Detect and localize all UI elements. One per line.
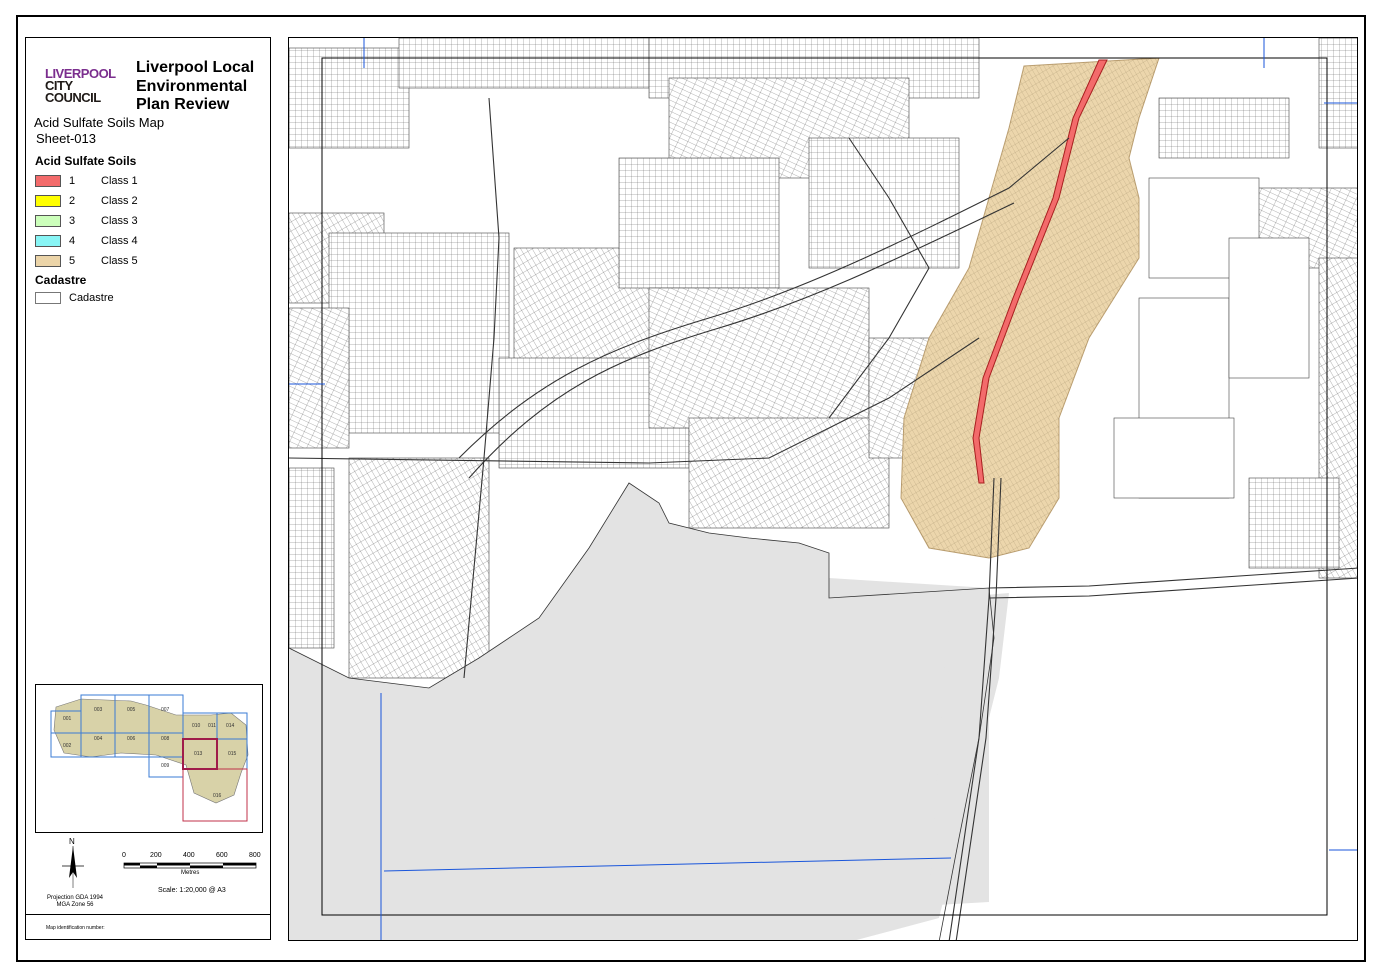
scale-tick: 200 <box>150 852 162 859</box>
cadastre-heading: Cadastre <box>35 273 87 287</box>
keymap-label: 003 <box>94 707 103 713</box>
class-1-swatch <box>35 175 61 187</box>
map-canvas[interactable] <box>289 38 1358 941</box>
keymap-label: 010 <box>192 723 201 729</box>
sheet-number: Sheet-013 <box>36 131 96 146</box>
keymap-label: 002 <box>63 743 72 749</box>
keymap-label: 011 <box>208 723 216 729</box>
scale-unit: Metres <box>181 870 200 876</box>
keymap-label: 007 <box>161 707 170 713</box>
class-3-swatch <box>35 215 61 227</box>
map-id-label: Map identification number: <box>46 925 105 931</box>
scale-tick: 600 <box>216 852 228 859</box>
keymap-label: 008 <box>161 736 170 742</box>
keymap-label: 005 <box>127 707 136 713</box>
keymap-label: 006 <box>127 736 136 742</box>
keymap-label: 009 <box>161 763 170 769</box>
class-4-swatch <box>35 235 61 247</box>
north-label: N <box>69 837 75 846</box>
scale-tick: 400 <box>183 852 195 859</box>
scale-tick: 0 <box>122 852 126 859</box>
cadastre-swatch <box>35 292 61 304</box>
legend-class-5: 5 Class 5 <box>35 254 138 268</box>
class-5-swatch <box>35 255 61 267</box>
scale-tick: 800 <box>249 852 261 859</box>
key-map: 001 002 003 004 005 006 007 008 009 010 … <box>35 684 263 833</box>
map-subtitle: Acid Sulfate Soils Map <box>34 115 165 130</box>
scale-text: Scale: 1:20,000 @ A3 <box>158 887 226 894</box>
class-2-swatch <box>35 195 61 207</box>
keymap-label: 014 <box>226 723 235 729</box>
legend-class-1: 1 Class 1 <box>35 174 138 188</box>
lga-boundary <box>53 698 249 804</box>
keymap-label: 001 <box>63 716 72 722</box>
legend-class-2: 2 Class 2 <box>35 194 138 208</box>
keymap-label: 013 <box>194 751 203 757</box>
key-map-svg: 001 002 003 004 005 006 007 008 009 010 … <box>50 694 249 822</box>
main-map[interactable] <box>288 37 1358 941</box>
council-logo: LIVERPOOL CITY COUNCIL <box>45 66 116 105</box>
footer-divider <box>26 914 270 915</box>
legend-heading: Acid Sulfate Soils <box>35 154 137 168</box>
scale-bar <box>123 862 257 869</box>
keymap-label: 015 <box>228 751 237 757</box>
legend-class-4: 4 Class 4 <box>35 234 138 248</box>
map-title: Liverpool Local Environmental Plan Revie… <box>136 59 255 113</box>
legend-panel: LIVERPOOL CITY COUNCIL Liverpool Local E… <box>25 37 271 940</box>
legend-cadastre: Cadastre <box>35 291 114 305</box>
keymap-label: 016 <box>213 793 222 799</box>
legend-class-3: 3 Class 3 <box>35 214 138 228</box>
keymap-label: 004 <box>94 736 103 742</box>
projection-text: Projection GDA 1994 MGA Zone 56 <box>46 895 104 908</box>
